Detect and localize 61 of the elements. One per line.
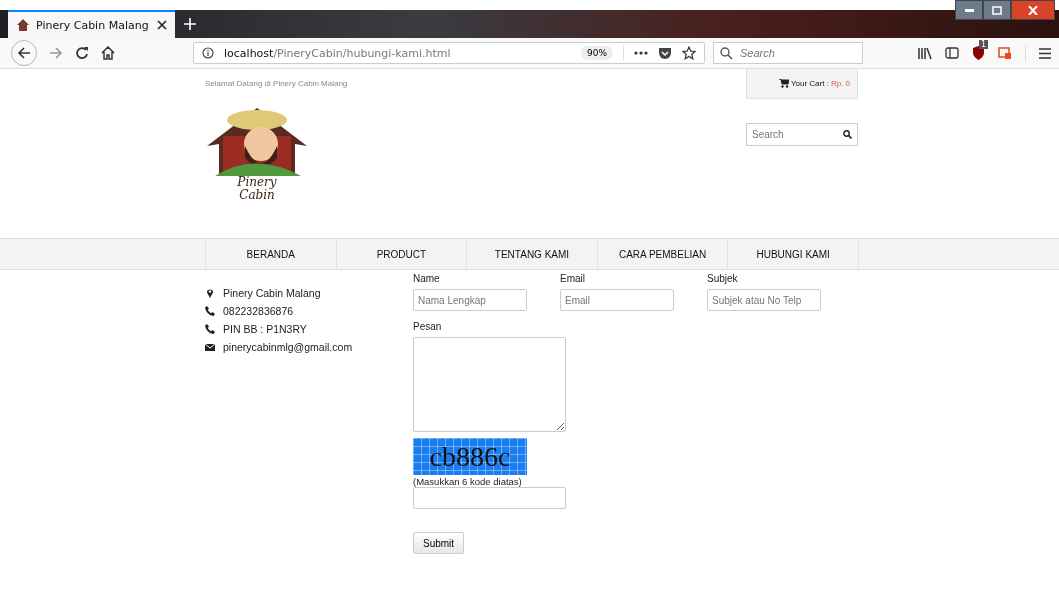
menu-icon[interactable] [1039, 47, 1051, 59]
browser-tab[interactable]: Pinery Cabin Malang [8, 10, 175, 38]
input-field[interactable]: Email [560, 289, 674, 311]
location-pin-icon [205, 288, 215, 298]
back-arrow-icon [17, 46, 31, 60]
close-icon[interactable] [157, 20, 167, 30]
search-field[interactable]: Search [746, 123, 858, 146]
shield-icon[interactable] [972, 45, 985, 61]
nav-link[interactable]: TENTANG KAMI [467, 239, 598, 269]
field-label: Email [560, 273, 586, 284]
input-field[interactable]: Nama Lengkap [413, 289, 527, 311]
welcome-text: Selamat Datang di Pinery Cabin Malang [205, 79, 348, 88]
field-label: Subjek [707, 273, 739, 284]
tab-title: Pinery Cabin Malang [36, 18, 150, 32]
contact-text: PIN BB : P1N3RY [223, 323, 307, 335]
library-icon[interactable] [918, 46, 932, 60]
nav-link[interactable]: CARA PEMBELIAN [597, 239, 729, 269]
captcha-image: cb886c [413, 438, 527, 475]
search-icon[interactable] [843, 130, 852, 139]
contact-text: pinerycabinmlg@gmail.com [223, 341, 353, 353]
window-x-icon[interactable] [998, 46, 1012, 60]
close-button[interactable] [1011, 0, 1055, 20]
captcha-input-field[interactable] [413, 487, 566, 509]
more-icon[interactable] [634, 51, 648, 55]
nav-link[interactable]: PRODUCT [336, 239, 468, 269]
info-icon[interactable] [202, 47, 214, 59]
badge-count: 1 [979, 39, 989, 49]
new-tab-icon[interactable] [184, 18, 196, 30]
cart-summary[interactable]: Your Cart : Rp. 0 [746, 69, 858, 99]
address-bar[interactable]: localhost/PineryCabin/hubungi-kami.html 90% [193, 42, 705, 64]
pocket-icon[interactable] [658, 46, 672, 60]
logo-drawing: Pinery Cabin [205, 106, 309, 202]
zoom-level-button[interactable]: 90% [581, 46, 613, 60]
captcha-hint: (Masukkan 6 kode diatas) [413, 476, 522, 487]
message-field[interactable] [413, 337, 566, 432]
sidebar-icon[interactable] [945, 47, 959, 59]
field-label: Name [413, 273, 441, 284]
cart-total: Rp. 0 [830, 79, 850, 88]
browser-search-field[interactable]: Search [713, 42, 863, 64]
minimize-button[interactable] [955, 0, 983, 20]
restore-button[interactable] [983, 0, 1011, 20]
house-icon [16, 18, 30, 32]
cart-label: Your Cart : [790, 79, 829, 88]
minimize-icon [964, 8, 974, 12]
nav-link[interactable]: BERANDA [206, 239, 337, 269]
nav-link[interactable]: HUBUNGI KAMI [728, 239, 859, 269]
url-text: localhost/PineryCabin/hubungi-kami.html [224, 46, 452, 60]
star-icon[interactable] [682, 46, 696, 60]
restore-icon [992, 5, 1002, 15]
cart-icon [778, 79, 789, 88]
home-icon[interactable] [101, 46, 115, 60]
contact-text: Pinery Cabin Malang [223, 287, 321, 299]
submit-button[interactable]: Submit [413, 532, 465, 554]
envelope-icon [205, 343, 215, 351]
close-icon [1028, 5, 1038, 15]
reload-icon[interactable] [75, 46, 89, 60]
search-icon [720, 47, 733, 60]
contact-text: 082232836876 [223, 305, 294, 317]
forward-icon[interactable] [49, 46, 63, 60]
input-field[interactable]: Subjek atau No Telp [707, 289, 821, 311]
field-label: Pesan [413, 321, 442, 332]
